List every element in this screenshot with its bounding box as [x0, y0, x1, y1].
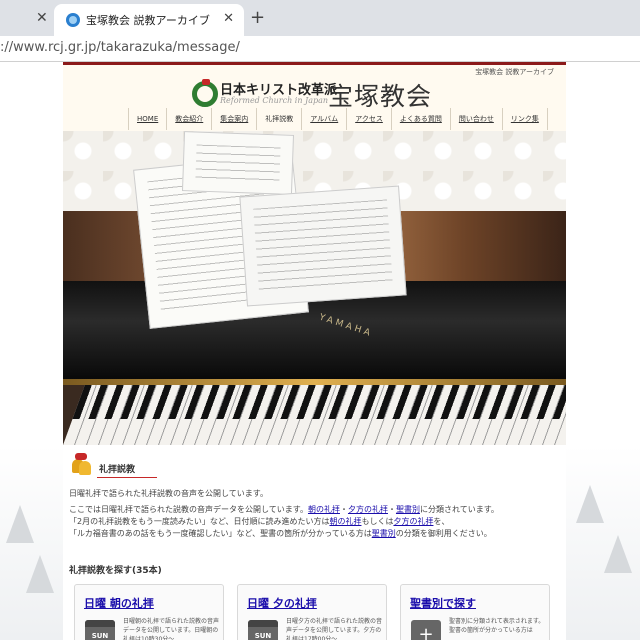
- piano-keys: [63, 385, 566, 445]
- nav-item-home[interactable]: HOME: [128, 108, 166, 130]
- card-description: 日曜夕方の礼拝で語られた説教の音声データを公開しています。夕方の礼拝は17時00…: [286, 618, 383, 640]
- description-line-2: 「2月の礼拝説教をもう一度読みたい」など、日付順に読み進めたい方は朝の礼拝もしく…: [69, 517, 450, 526]
- nav-item-sermons[interactable]: 礼拝説教: [256, 108, 301, 130]
- nav-item-album[interactable]: アルバム: [301, 108, 346, 130]
- browser-tabbar: ✕ 宝塚教会 説教アーカイブ ✕ +: [0, 0, 640, 36]
- intro-text: 日曜礼拝で語られた礼拝説教の音声を公開しています。: [69, 489, 268, 498]
- browser-tab-active[interactable]: 宝塚教会 説教アーカイブ ✕: [54, 4, 244, 36]
- url-text[interactable]: ://www.rcj.gr.jp/takarazuka/message/: [0, 40, 240, 55]
- main-nav: HOME 教会紹介 集会案内 礼拝説教 アルバム アクセス よくある質問 問い合…: [128, 108, 548, 130]
- link-by-book[interactable]: 聖書別: [372, 529, 396, 538]
- card-by-book[interactable]: 聖書別で探す + 聖書別に分類されて表示されます。聖書の箇所が分かっている方は: [400, 584, 550, 640]
- description-line-1: ここでは日曜礼拝で語られた説教の音声データを公開しています。朝の礼拝・夕方の礼拝…: [69, 505, 499, 514]
- card-description: 日曜朝の礼拝で語られた説教の音声データを公開しています。日曜朝の礼拝は10時30…: [123, 618, 220, 640]
- category-cards: 日曜 朝の礼拝 SUN 日曜朝の礼拝で語られた説教の音声データを公開しています。…: [74, 584, 552, 640]
- logo-english: Reformed Church in Japan: [220, 96, 329, 105]
- nav-item-faq[interactable]: よくある質問: [390, 108, 450, 130]
- plus-icon: +: [411, 620, 441, 640]
- link-evening-worship[interactable]: 夕方の礼拝: [393, 517, 433, 526]
- header-caption: 宝塚教会 説教アーカイブ: [475, 68, 554, 76]
- snow-background-left: [0, 445, 63, 640]
- card-title[interactable]: 日曜 夕の礼拝: [247, 595, 317, 611]
- link-morning-worship[interactable]: 朝の礼拝: [329, 517, 361, 526]
- web-page: 宝塚教会 説教アーカイブ 日本キリスト改革派 Reformed Church i…: [0, 62, 640, 640]
- card-evening-worship[interactable]: 日曜 夕の礼拝 SUN 日曜夕方の礼拝で語られた説教の音声データを公開しています…: [237, 584, 387, 640]
- section-underline: [97, 477, 157, 478]
- wreath-logo-icon: [192, 79, 218, 107]
- close-icon[interactable]: ✕: [36, 10, 48, 26]
- sheet-music: [239, 185, 407, 307]
- address-bar[interactable]: ://www.rcj.gr.jp/takarazuka/message/: [0, 36, 640, 62]
- link-by-book[interactable]: 聖書別: [396, 505, 420, 514]
- nav-item-access[interactable]: アクセス: [346, 108, 391, 130]
- nav-item-meetings[interactable]: 集会案内: [211, 108, 256, 130]
- link-morning-worship[interactable]: 朝の礼拝: [308, 505, 340, 514]
- nav-item-links[interactable]: リンク集: [501, 108, 548, 130]
- card-title[interactable]: 聖書別で探す: [410, 595, 476, 611]
- globe-icon: [66, 13, 80, 27]
- calendar-icon-label: SUN: [91, 632, 109, 640]
- link-evening-worship[interactable]: 夕方の礼拝: [348, 505, 388, 514]
- hero-piano-image: YAMAHA: [63, 131, 566, 445]
- search-heading: 礼拝説教を探す(35本): [69, 566, 162, 576]
- main-content: 礼拝説教 日曜礼拝で語られた礼拝説教の音声を公開しています。 ここでは日曜礼拝で…: [63, 445, 566, 640]
- calendar-icon-label: SUN: [254, 632, 272, 640]
- tab-title: 宝塚教会 説教アーカイブ: [86, 14, 210, 27]
- description-line-3: 「ルカ福音書のあの話をもう一度確認したい」など、聖書の箇所が分かっている方は聖書…: [69, 529, 492, 538]
- nav-item-about[interactable]: 教会紹介: [166, 108, 211, 130]
- nav-item-contact[interactable]: 問い合わせ: [449, 108, 502, 130]
- bell-icon: [69, 453, 93, 477]
- card-description: 聖書別に分類されて表示されます。聖書の箇所が分かっている方は: [449, 618, 545, 634]
- snow-background-right: [566, 445, 640, 640]
- sheet-music: [181, 131, 295, 195]
- section-title: 礼拝説教: [99, 465, 136, 475]
- close-icon[interactable]: ✕: [223, 11, 234, 26]
- card-morning-worship[interactable]: 日曜 朝の礼拝 SUN 日曜朝の礼拝で語られた説教の音声データを公開しています。…: [74, 584, 224, 640]
- new-tab-button[interactable]: +: [250, 7, 265, 28]
- card-title[interactable]: 日曜 朝の礼拝: [84, 595, 154, 611]
